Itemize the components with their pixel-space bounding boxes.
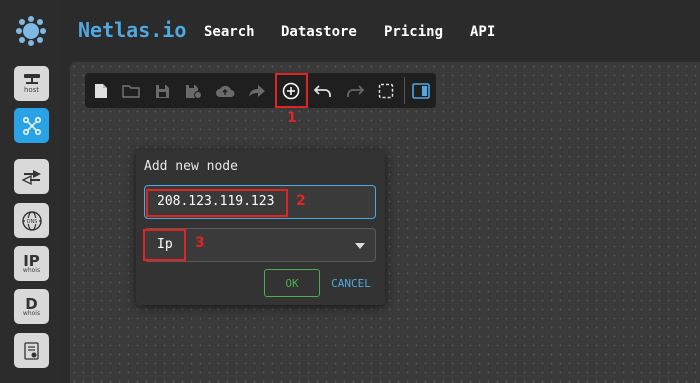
new-file-icon[interactable] — [91, 81, 111, 101]
graph-icon — [22, 116, 41, 135]
annotation-box-3 — [143, 229, 186, 261]
netlas-logo-icon[interactable] — [14, 14, 48, 48]
nav-api[interactable]: API — [470, 24, 495, 40]
sidebar-item-dns[interactable]: DNS — [14, 203, 49, 238]
toolbar-divider — [404, 77, 405, 104]
share-icon[interactable] — [247, 81, 267, 101]
save-as-icon[interactable] — [183, 81, 203, 101]
redo-icon[interactable] — [345, 81, 365, 101]
nav-search[interactable]: Search — [204, 24, 255, 40]
brand-title[interactable]: Netlas.io — [78, 18, 186, 42]
annotation-box-2 — [146, 189, 288, 217]
select-area-icon[interactable] — [376, 81, 396, 101]
ip-whois-sub: whois — [22, 266, 41, 274]
host-icon — [23, 74, 40, 84]
ok-button[interactable]: OK — [264, 269, 320, 297]
cancel-button[interactable]: CANCEL — [326, 269, 376, 297]
sidebar-item-redirect[interactable] — [14, 159, 49, 194]
nav-pricing[interactable]: Pricing — [384, 24, 443, 40]
annotation-box-1 — [275, 73, 308, 108]
sidebar-item-ip-whois[interactable]: IP whois — [14, 246, 49, 281]
dialog-title: Add new node — [144, 159, 238, 174]
sidebar-item-certificate[interactable] — [14, 333, 49, 368]
undo-icon[interactable] — [313, 81, 333, 101]
chevron-down-icon — [355, 243, 365, 249]
cloud-upload-icon[interactable] — [215, 81, 235, 101]
nav-datastore[interactable]: Datastore — [281, 24, 357, 40]
dns-badge: DNS — [26, 219, 37, 225]
panel-toggle-icon[interactable] — [411, 81, 431, 101]
domain-whois-sub: whois — [22, 309, 41, 317]
certificate-icon — [23, 341, 39, 360]
sidebar-item-domain-whois[interactable]: D whois — [14, 289, 49, 324]
sidebar-item-label: host — [23, 86, 40, 94]
save-icon[interactable] — [152, 81, 172, 101]
sidebar-item-graph[interactable] — [14, 108, 49, 143]
redirect-icon — [21, 169, 41, 185]
dns-icon: DNS — [21, 210, 42, 231]
annotation-number-1: 1 — [287, 110, 297, 126]
domain-whois-label: D — [25, 294, 38, 313]
left-sidebar: host DNS IP whois D whois — [0, 0, 62, 383]
annotation-number-2: 2 — [296, 193, 306, 209]
sidebar-item-host[interactable]: host — [14, 66, 49, 101]
open-folder-icon[interactable] — [121, 81, 141, 101]
graph-toolbar — [85, 73, 436, 108]
add-node-dialog: Add new node 208.123.119.123 Ip OK CANCE… — [136, 150, 385, 305]
annotation-number-3: 3 — [195, 235, 205, 251]
ip-whois-label: IP — [23, 251, 40, 270]
top-navigation: Netlas.io Search Datastore Pricing API — [62, 0, 700, 62]
